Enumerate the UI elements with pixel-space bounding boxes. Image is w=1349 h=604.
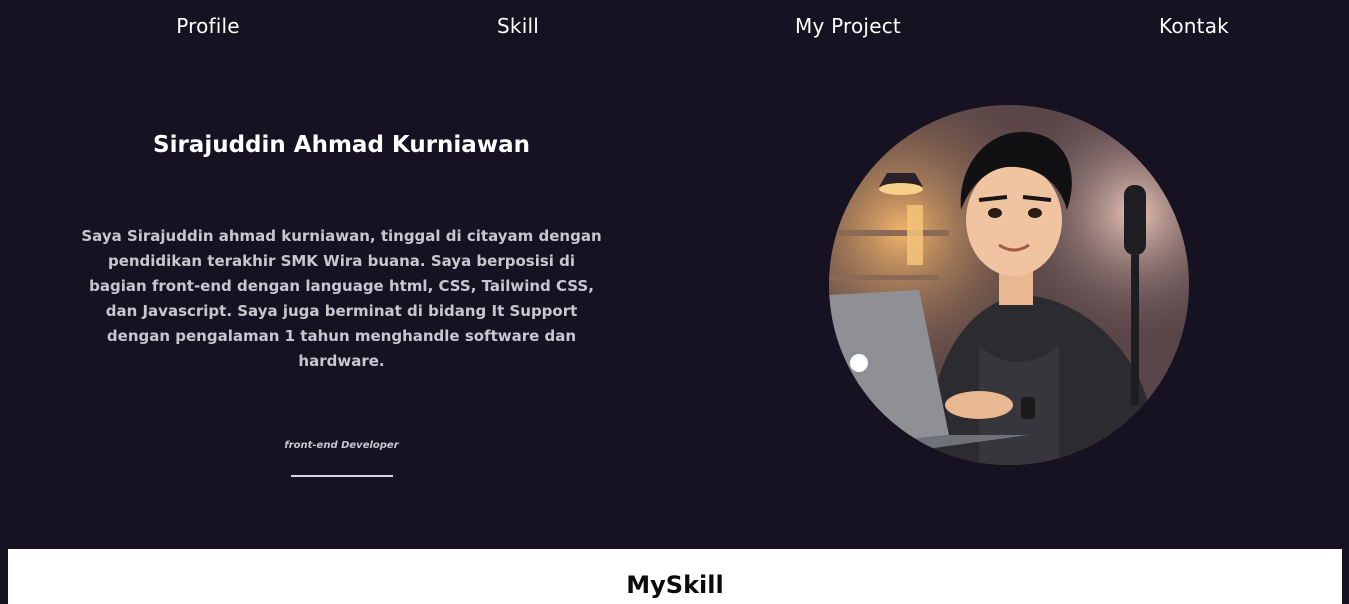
role-underline-divider [290, 475, 393, 477]
nav-link-my-project[interactable]: My Project [795, 14, 901, 38]
top-navigation: Profile Skill My Project Kontak [0, 0, 1349, 56]
hero-role: front-end Developer [284, 440, 399, 451]
nav-link-skill[interactable]: Skill [497, 14, 539, 38]
nav-link-kontak[interactable]: Kontak [1159, 14, 1229, 38]
skill-section-title: MySkill [626, 571, 724, 599]
hero-intro: Sirajuddin Ahmad Kurniawan Saya Sirajudd… [70, 120, 613, 477]
nav-link-profile[interactable]: Profile [176, 14, 240, 38]
profile-avatar-image [829, 105, 1189, 465]
hero-description: Saya Sirajuddin ahmad kurniawan, tinggal… [81, 227, 602, 370]
hero-name: Sirajuddin Ahmad Kurniawan [153, 132, 530, 158]
skill-section: MySkill [8, 549, 1342, 604]
